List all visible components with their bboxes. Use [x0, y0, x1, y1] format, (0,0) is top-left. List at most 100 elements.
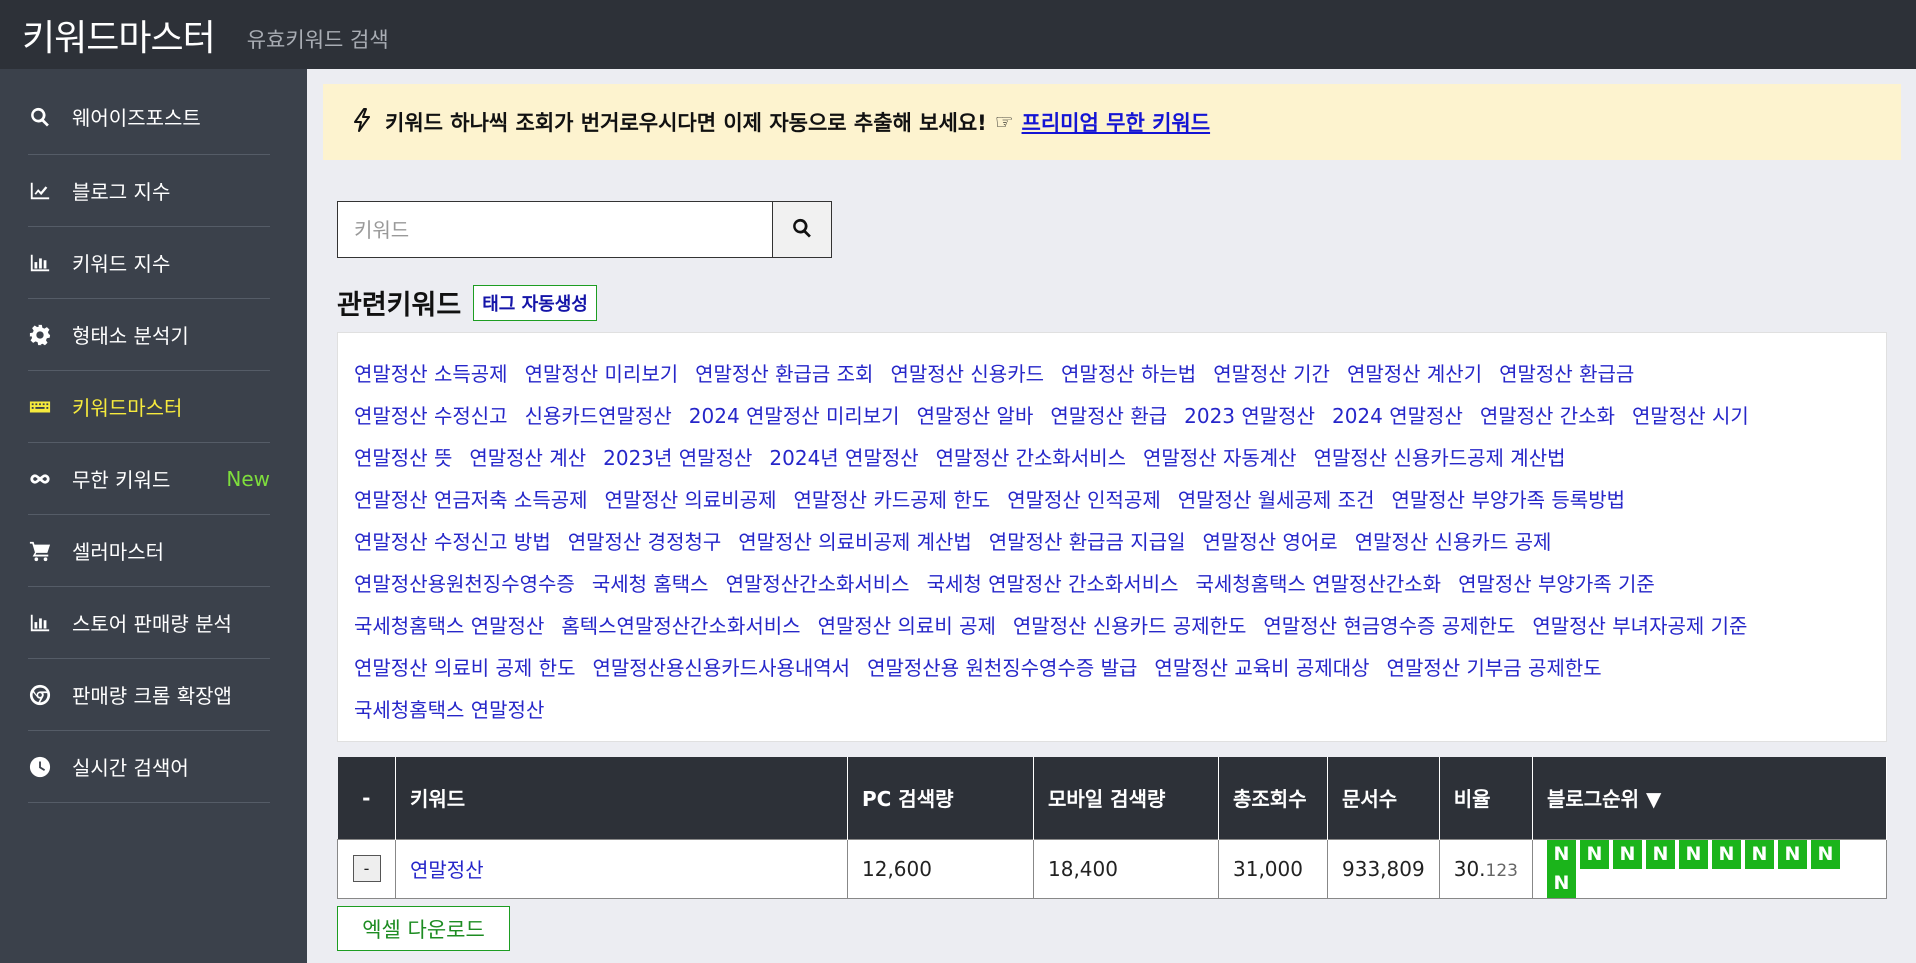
related-keyword[interactable]: 국세청홈택스 연말정산 — [354, 610, 544, 639]
related-keyword[interactable]: 연말정산 경정청구 — [568, 526, 722, 555]
sidebar-item-morpheme-analyzer[interactable]: 형태소 분석기 — [28, 299, 270, 371]
naver-rank-badge[interactable]: N — [1579, 839, 1609, 869]
search-icon — [28, 105, 52, 129]
sidebar-item-label: 형태소 분석기 — [72, 324, 189, 348]
sidebar-item-label: 셀러마스터 — [72, 540, 164, 564]
related-keyword[interactable]: 연말정산 계산기 — [1347, 358, 1482, 387]
related-keyword[interactable]: 연말정산 교육비 공제대상 — [1154, 652, 1369, 681]
premium-keyword-link[interactable]: 프리미엄 무한 키워드 — [1022, 107, 1211, 137]
related-keyword[interactable]: 연말정산 간소화 — [1480, 400, 1615, 429]
excel-download-button[interactable]: 엑셀 다운로드 — [337, 906, 510, 951]
pointing-hand-icon: ☞ — [994, 110, 1014, 134]
related-keyword[interactable]: 연말정산 인적공제 — [1007, 484, 1161, 513]
related-keyword[interactable]: 연말정산 의료비 공제 — [818, 610, 996, 639]
related-keyword[interactable]: 연말정산용 원천징수영수증 발급 — [867, 652, 1137, 681]
naver-rank-badge[interactable]: N — [1678, 839, 1708, 869]
related-keyword[interactable]: 연말정산 부양가족 기준 — [1458, 568, 1655, 597]
keyword-row: 연말정산 수정신고 방법 연말정산 경정청구 연말정산 의료비공제 계산법 연말… — [354, 519, 1870, 561]
lightning-icon — [351, 107, 375, 137]
sidebar-item-seller-master[interactable]: 셀러마스터 — [28, 515, 270, 587]
related-keyword[interactable]: 연말정산 시기 — [1632, 400, 1749, 429]
related-keyword[interactable]: 연말정산 하는법 — [1061, 358, 1196, 387]
related-keyword[interactable]: 연말정산 환급금 지급일 — [989, 526, 1186, 555]
search-button[interactable] — [772, 201, 832, 258]
sidebar-item-store-sales[interactable]: 스토어 판매량 분석 — [28, 587, 270, 659]
keyword-row: 국세청홈택스 연말정산 홈텍스연말정산간소화서비스 연말정산 의료비 공제 연말… — [354, 603, 1870, 645]
sidebar-item-keyword-master[interactable]: 키워드마스터 — [28, 371, 270, 443]
related-keyword[interactable]: 연말정산 환급금 — [1499, 358, 1634, 387]
related-keyword[interactable]: 국세청 홈택스 — [592, 568, 709, 597]
sidebar-item-label: 판매량 크롬 확장앱 — [72, 684, 232, 708]
related-keyword[interactable]: 2024 연말정산 — [1332, 400, 1463, 429]
related-keyword[interactable]: 연말정산용원천징수영수증 — [354, 568, 575, 597]
related-keyword[interactable]: 연말정산 간소화서비스 — [936, 442, 1126, 471]
related-keyword[interactable]: 연말정산 신용카드공제 계산법 — [1314, 442, 1566, 471]
naver-rank-badge[interactable]: N — [1546, 868, 1576, 898]
related-keyword[interactable]: 연말정산 현금영수증 공제한도 — [1263, 610, 1515, 639]
related-keyword[interactable]: 연말정산 수정신고 — [354, 400, 508, 429]
related-keyword[interactable]: 연말정산 미리보기 — [525, 358, 679, 387]
app-subtitle: 유효키워드 검색 — [246, 27, 389, 52]
related-keyword[interactable]: 연말정산 뜻 — [354, 442, 452, 471]
related-keyword[interactable]: 연말정산 신용카드 공제한도 — [1013, 610, 1247, 639]
related-keyword[interactable]: 연말정산 환급 — [1050, 400, 1167, 429]
related-keyword[interactable]: 국세청홈택스 연말정산간소화 — [1196, 568, 1442, 597]
column-header-ratio[interactable]: 비율 — [1439, 757, 1533, 839]
related-keyword[interactable]: 연말정산 연금저축 소득공제 — [354, 484, 588, 513]
related-keyword[interactable]: 연말정산 신용카드 공제 — [1355, 526, 1552, 555]
app-title[interactable]: 키워드마스터 — [22, 9, 216, 61]
related-keyword[interactable]: 2023년 연말정산 — [603, 442, 752, 471]
collapse-button[interactable]: - — [352, 855, 381, 882]
related-keyword[interactable]: 신용카드연말정산 — [525, 400, 672, 429]
naver-rank-badge[interactable]: N — [1546, 839, 1576, 869]
sidebar-item-whereispost[interactable]: 웨어이즈포스트 — [28, 69, 270, 155]
related-keyword[interactable]: 연말정산 부양가족 등록방법 — [1391, 484, 1625, 513]
sidebar-item-label: 블로그 지수 — [72, 180, 171, 204]
column-header-docs[interactable]: 문서수 — [1327, 757, 1440, 839]
column-header-total[interactable]: 총조회수 — [1218, 757, 1328, 839]
keyword-search-input[interactable] — [337, 201, 772, 258]
related-keyword[interactable]: 국세청 연말정산 간소화서비스 — [927, 568, 1179, 597]
naver-rank-badge[interactable]: N — [1645, 839, 1675, 869]
related-keyword[interactable]: 연말정산 의료비 공제 한도 — [354, 652, 575, 681]
column-header-pc-volume[interactable]: PC 검색량 — [847, 757, 1034, 839]
related-keyword[interactable]: 연말정산 부녀자공제 기준 — [1532, 610, 1747, 639]
related-keywords-title: 관련키워드 — [337, 290, 462, 321]
related-keyword[interactable]: 연말정산 기간 — [1213, 358, 1330, 387]
sidebar-item-realtime-search[interactable]: 실시간 검색어 — [28, 731, 270, 803]
related-keyword[interactable]: 연말정산용신용카드사용내역서 — [592, 652, 850, 681]
main-content: 키워드 하나씩 조회가 번거로우시다면 이제 자동으로 추출해 보세요! ☞ 프… — [307, 69, 1916, 963]
related-keyword[interactable]: 연말정산 수정신고 방법 — [354, 526, 551, 555]
sidebar-item-keyword-index[interactable]: 키워드 지수 — [28, 227, 270, 299]
related-keyword[interactable]: 2023 연말정산 — [1184, 400, 1315, 429]
related-keyword[interactable]: 연말정산 자동계산 — [1143, 442, 1297, 471]
related-keyword[interactable]: 홈텍스연말정산간소화서비스 — [561, 610, 800, 639]
related-keyword[interactable]: 연말정산 영어로 — [1203, 526, 1338, 555]
naver-rank-badge[interactable]: N — [1612, 839, 1642, 869]
related-keyword[interactable]: 2024년 연말정산 — [769, 442, 918, 471]
keyword-link[interactable]: 연말정산 — [410, 858, 484, 882]
related-keyword[interactable]: 연말정산 소득공제 — [354, 358, 508, 387]
column-header-mobile-volume[interactable]: 모바일 검색량 — [1033, 757, 1219, 839]
related-keyword[interactable]: 국세청홈택스 연말정산 — [354, 694, 544, 723]
naver-rank-badge[interactable]: N — [1711, 839, 1741, 869]
column-header-blog-rank[interactable]: 블로그순위 ▼ — [1532, 757, 1888, 839]
related-keyword[interactable]: 연말정산 환급금 조회 — [695, 358, 873, 387]
related-keyword[interactable]: 연말정산간소화서비스 — [726, 568, 910, 597]
related-keyword[interactable]: 연말정산 알바 — [917, 400, 1034, 429]
related-keyword[interactable]: 연말정산 카드공제 한도 — [793, 484, 990, 513]
related-keyword[interactable]: 연말정산 월세공제 조건 — [1178, 484, 1375, 513]
naver-rank-badge[interactable]: N — [1777, 839, 1807, 869]
related-keyword[interactable]: 연말정산 계산 — [469, 442, 586, 471]
sidebar-item-chrome-extension[interactable]: 판매량 크롬 확장앱 — [28, 659, 270, 731]
naver-rank-badge[interactable]: N — [1744, 839, 1774, 869]
naver-rank-badge[interactable]: N — [1810, 839, 1840, 869]
sidebar-item-infinite-keyword[interactable]: 무한 키워드 New — [28, 443, 270, 515]
related-keyword[interactable]: 연말정산 기부금 공제한도 — [1387, 652, 1602, 681]
related-keyword[interactable]: 연말정산 신용카드 — [890, 358, 1044, 387]
related-keyword[interactable]: 2024 연말정산 미리보기 — [689, 400, 900, 429]
related-keyword[interactable]: 연말정산 의료비공제 — [605, 484, 777, 513]
sidebar-item-blog-index[interactable]: 블로그 지수 — [28, 155, 270, 227]
auto-tag-button[interactable]: 태그 자동생성 — [473, 284, 597, 321]
related-keyword[interactable]: 연말정산 의료비공제 계산법 — [738, 526, 972, 555]
